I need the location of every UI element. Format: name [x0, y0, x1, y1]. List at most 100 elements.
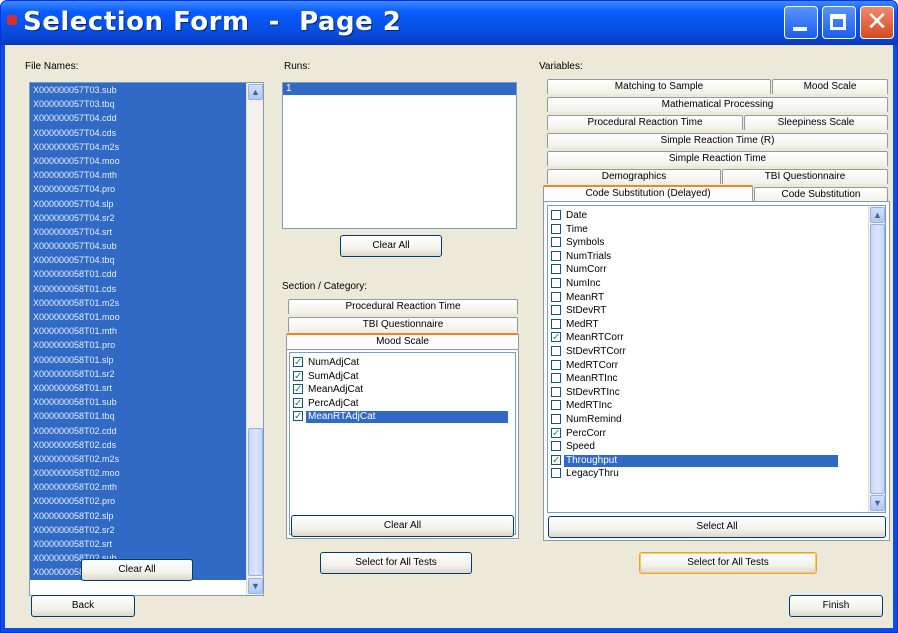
list-item[interactable]: X000000058T01.tbq — [30, 409, 263, 424]
checkbox-row[interactable]: MedRT — [551, 318, 601, 331]
checkbox-unchecked-icon[interactable] — [551, 305, 561, 316]
list-item[interactable]: X000000058T02.mth — [30, 480, 263, 495]
checkbox-row[interactable]: Time — [551, 223, 590, 236]
checkbox-unchecked-icon[interactable] — [551, 250, 561, 261]
checkbox-unchecked-icon[interactable] — [551, 441, 561, 452]
list-item[interactable]: X000000058T01.cds — [30, 281, 263, 296]
checkbox-row[interactable]: ✓ Throughput — [551, 454, 838, 467]
section-items-list[interactable]: ✓ NumAdjCat ✓ SumAdjCat ✓ MeanAdjCat ✓ PercAdjC… — [289, 352, 516, 535]
checkbox-checked-icon[interactable]: ✓ — [551, 332, 561, 343]
list-item[interactable]: X000000057T04.cdd — [30, 111, 263, 126]
checkbox-row[interactable]: Symbols — [551, 237, 606, 249]
checkbox-row[interactable]: ✓ PercAdjCat — [293, 397, 361, 410]
checkbox-row[interactable]: LegacyThru — [551, 468, 621, 480]
scroll-up-arrow-icon[interactable]: ▲ — [248, 84, 263, 100]
finish-button[interactable]: Finish — [789, 595, 883, 617]
tab-tbi-questionnaire-variables[interactable]: TBI Questionnaire — [722, 169, 888, 184]
checkbox-row[interactable]: NumTrials — [551, 250, 613, 263]
list-item[interactable]: X000000057T04.slp — [30, 196, 263, 211]
checkbox-unchecked-icon[interactable] — [551, 414, 561, 424]
variables-list[interactable]: Date Time Symbols NumTrials NumCorr NumInc Mea… — [547, 205, 886, 513]
checkbox-row[interactable]: Speed — [551, 441, 597, 453]
list-item[interactable]: X000000057T03.sub — [30, 83, 263, 98]
checkbox-row[interactable]: MedRTCorr — [551, 359, 620, 372]
variables-scrollbar[interactable]: ▲ ▼ — [868, 206, 885, 512]
checkbox-unchecked-icon[interactable] — [551, 237, 561, 248]
list-item[interactable]: X000000058T01.sub — [30, 395, 263, 410]
list-item[interactable]: X000000057T03.tbq — [30, 97, 263, 112]
checkbox-unchecked-icon[interactable] — [551, 400, 561, 411]
checkbox-checked-icon[interactable]: ✓ — [293, 397, 303, 408]
tab-procedural-reaction-time[interactable]: Procedural Reaction Time — [288, 299, 518, 314]
maximize-button[interactable] — [822, 6, 856, 39]
checkbox-row[interactable]: StDevRTInc — [551, 386, 622, 399]
checkbox-row[interactable]: NumRemind — [551, 414, 624, 426]
list-item[interactable]: X000000057T04.pro — [30, 182, 263, 197]
list-item[interactable]: X000000058T02.slp — [30, 508, 263, 523]
scroll-thumb[interactable] — [870, 224, 885, 494]
checkbox-row[interactable]: NumCorr — [551, 264, 609, 276]
list-item[interactable]: X000000058T02.srt — [30, 537, 263, 552]
clear-all-section-button[interactable]: Clear All — [291, 515, 514, 537]
tab-procedural-reaction-time-variables[interactable]: Procedural Reaction Time — [547, 115, 743, 130]
list-item[interactable]: X000000058T01.cdd — [30, 267, 263, 282]
list-item[interactable]: X000000057T04.sr2 — [30, 210, 263, 225]
tab-sleepiness-scale[interactable]: Sleepiness Scale — [744, 115, 888, 130]
checkbox-checked-icon[interactable]: ✓ — [293, 370, 303, 381]
tab-demographics[interactable]: Demographics — [547, 169, 721, 184]
checkbox-unchecked-icon[interactable] — [551, 318, 561, 329]
tab-mood-scale-variables[interactable]: Mood Scale — [772, 79, 888, 94]
scroll-up-arrow-icon[interactable]: ▲ — [870, 207, 885, 223]
checkbox-checked-icon[interactable]: ✓ — [293, 357, 303, 368]
list-item[interactable]: X000000058T02.cds — [30, 437, 263, 452]
checkbox-checked-icon[interactable]: ✓ — [551, 454, 561, 465]
checkbox-row[interactable]: MedRTInc — [551, 400, 614, 412]
checkbox-row[interactable]: ✓ NumAdjCat — [293, 357, 361, 369]
list-item[interactable]: X000000058T01.srt — [30, 380, 263, 396]
tab-matching-to-sample[interactable]: Matching to Sample — [547, 79, 771, 94]
list-item[interactable]: X000000057T04.m2s — [30, 139, 263, 154]
tab-mathematical-processing[interactable]: Mathematical Processing — [547, 97, 888, 112]
scroll-thumb[interactable] — [248, 428, 263, 576]
list-item[interactable]: X000000057T04.moo — [30, 153, 263, 169]
list-item[interactable]: 1 — [283, 83, 516, 95]
checkbox-checked-icon[interactable]: ✓ — [551, 427, 561, 438]
checkbox-checked-icon[interactable]: ✓ — [293, 384, 303, 395]
checkbox-row[interactable]: ✓ MeanAdjCat — [293, 384, 365, 396]
tab-mood-scale[interactable]: Mood Scale — [286, 333, 519, 350]
list-item[interactable]: X000000057T04.mth — [30, 168, 263, 183]
list-item[interactable]: X000000058T02.cdd — [30, 423, 263, 438]
checkbox-unchecked-icon[interactable] — [551, 264, 561, 275]
list-item[interactable]: X000000058T01.pro — [30, 338, 263, 353]
checkbox-row[interactable]: MeanRT — [551, 291, 606, 304]
list-item[interactable]: X000000058T01.sr2 — [30, 366, 263, 381]
checkbox-checked-icon[interactable]: ✓ — [293, 411, 303, 422]
file-list-scrollbar[interactable]: ▲ ▼ — [246, 83, 263, 595]
checkbox-row[interactable]: StDevRTCorr — [551, 346, 628, 358]
checkbox-unchecked-icon[interactable] — [551, 346, 561, 356]
file-names-list[interactable]: X000000057T03.sub X000000057T03.tbq X00000… — [29, 82, 264, 596]
list-item[interactable]: X000000057T04.srt — [30, 224, 263, 240]
checkbox-row[interactable]: ✓ MeanRTCorr — [551, 332, 626, 344]
scroll-down-arrow-icon[interactable]: ▼ — [248, 578, 263, 594]
title-bar[interactable]: Selection Form - Page 2 ✕ — [1, 1, 897, 45]
checkbox-row[interactable]: ✓ PercCorr — [551, 427, 608, 440]
minimize-button[interactable] — [784, 6, 818, 39]
list-item[interactable]: X000000058T01.mth — [30, 324, 263, 339]
list-item[interactable]: X000000058T02.moo — [30, 466, 263, 481]
checkbox-row[interactable]: Date — [551, 210, 589, 222]
tab-simple-reaction-time[interactable]: Simple Reaction Time — [547, 151, 888, 166]
checkbox-unchecked-icon[interactable] — [551, 359, 561, 370]
runs-list[interactable]: 1 — [282, 82, 517, 229]
checkbox-row[interactable]: StDevRT — [551, 305, 608, 317]
checkbox-row[interactable]: NumInc — [551, 278, 602, 290]
clear-all-files-button[interactable]: Clear All — [81, 559, 193, 581]
tab-simple-reaction-time-r[interactable]: Simple Reaction Time (R) — [547, 133, 888, 148]
select-all-variables-button[interactable]: Select All — [548, 516, 886, 538]
back-button[interactable]: Back — [31, 595, 135, 617]
checkbox-unchecked-icon[interactable] — [551, 223, 561, 234]
list-item[interactable]: X000000058T01.m2s — [30, 295, 263, 310]
close-button[interactable]: ✕ — [860, 6, 894, 39]
checkbox-row[interactable]: ✓ SumAdjCat — [293, 370, 361, 383]
list-item[interactable]: X000000058T01.moo — [30, 310, 263, 325]
